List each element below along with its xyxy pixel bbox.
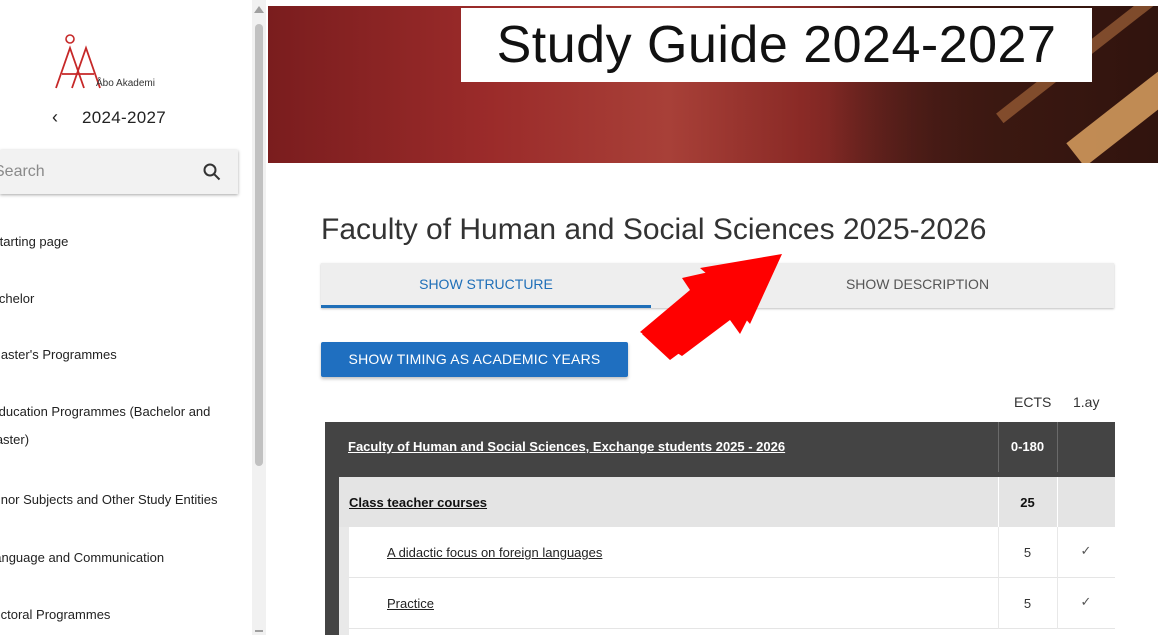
table-row-group: Class teacher courses 25 bbox=[339, 477, 1115, 527]
red-arrow-annotation bbox=[640, 254, 782, 360]
column-divider bbox=[1057, 477, 1058, 527]
table-row-root: Faculty of Human and Social Sciences, Ex… bbox=[325, 422, 1115, 472]
search-icon[interactable] bbox=[202, 162, 222, 182]
chevron-left-icon[interactable]: ‹ bbox=[52, 107, 82, 128]
course-link[interactable]: Practice bbox=[387, 596, 434, 611]
sidebar-item-starting-page[interactable]: Starting page bbox=[0, 231, 68, 253]
column-header-ects: ECTS bbox=[1014, 394, 1052, 410]
sidebar-scrollbar[interactable] bbox=[252, 0, 266, 635]
column-header-year1: 1.ay bbox=[1073, 394, 1100, 410]
checkmark-icon: ✓ bbox=[1080, 594, 1092, 609]
scroll-down-icon[interactable] bbox=[255, 630, 263, 632]
group-ects: 25 bbox=[1020, 495, 1035, 510]
root-ects: 0-180 bbox=[1010, 439, 1045, 454]
hero-banner: Study Guide 2024-2027 bbox=[268, 0, 1158, 163]
sidebar-item-education-programmes[interactable]: Education Programmes (Bachelor and bbox=[0, 401, 210, 423]
year-navigation: ‹ 2024-2027 bbox=[52, 107, 166, 128]
sidebar-item-doctoral[interactable]: Doctoral Programmes bbox=[0, 604, 110, 626]
group-link[interactable]: Class teacher courses bbox=[349, 495, 487, 510]
scroll-up-icon[interactable] bbox=[254, 6, 264, 13]
sidebar-item-bachelor[interactable]: Bachelor bbox=[0, 288, 34, 310]
sidebar-item-masters[interactable]: Master's Programmes bbox=[0, 344, 117, 366]
sidebar: Åbo Akademi ‹ 2024-2027 Starting page Ba… bbox=[0, 0, 252, 635]
course-link[interactable]: A didactic focus on foreign languages bbox=[387, 545, 602, 560]
search-input[interactable] bbox=[0, 150, 180, 194]
table-row: Practice 5 ✓ bbox=[349, 578, 1115, 629]
course-ects: 5 bbox=[1023, 545, 1032, 560]
table-group: Class teacher courses 25 A didactic focu… bbox=[339, 477, 1115, 635]
structure-table: Faculty of Human and Social Sciences, Ex… bbox=[325, 422, 1115, 635]
sidebar-item-minor-subjects[interactable]: Minor Subjects and Other Study Entities bbox=[0, 489, 218, 511]
logo-text: Åbo Akademi bbox=[96, 78, 155, 89]
search-box bbox=[0, 150, 238, 194]
table-row bbox=[349, 629, 1115, 635]
column-divider bbox=[1057, 422, 1058, 472]
root-entity-link[interactable]: Faculty of Human and Social Sciences, Ex… bbox=[348, 439, 785, 454]
tab-show-structure[interactable]: SHOW STRUCTURE bbox=[321, 263, 651, 308]
checkmark-icon: ✓ bbox=[1080, 543, 1092, 558]
sidebar-item-language-communication[interactable]: Language and Communication bbox=[0, 547, 164, 569]
page-title: Faculty of Human and Social Sciences 202… bbox=[321, 213, 987, 246]
hero-title: Study Guide 2024-2027 bbox=[461, 8, 1092, 82]
show-timing-button[interactable]: SHOW TIMING AS ACADEMIC YEARS bbox=[321, 342, 628, 377]
course-ects: 5 bbox=[1023, 596, 1032, 611]
course-list: A didactic focus on foreign languages 5 … bbox=[349, 527, 1115, 635]
sidebar-item-education-programmes-cont[interactable]: Master) bbox=[0, 429, 29, 451]
hero-top-line bbox=[268, 0, 1158, 6]
year-label: 2024-2027 bbox=[82, 107, 166, 127]
table-row: A didactic focus on foreign languages 5 … bbox=[349, 527, 1115, 578]
scroll-thumb[interactable] bbox=[255, 24, 263, 466]
